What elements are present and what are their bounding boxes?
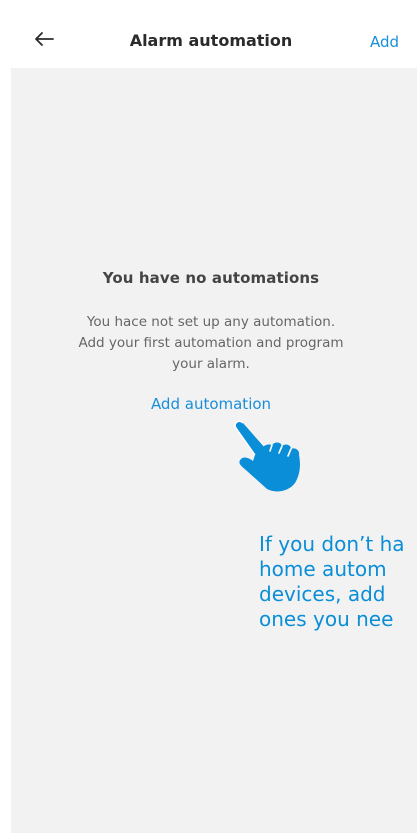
empty-state-description-line: Add your first automation and program	[78, 335, 344, 351]
arrow-left-icon	[35, 32, 54, 46]
empty-state-title: You have no automations	[102, 269, 320, 287]
annotation-hint-line: devices, add	[259, 582, 386, 606]
annotation-hint-line: ones you nee	[259, 607, 394, 631]
annotation-hint-line: home autom	[259, 557, 387, 581]
annotation-hint-line: If you don’t ha	[259, 532, 405, 556]
empty-state-description-line: You hace not set up any automation.	[86, 314, 336, 330]
add-automation-button[interactable]: Add automation	[11, 395, 411, 413]
app-screen: Alarm automation Add You have no automat…	[11, 10, 417, 833]
annotation-hint: If you don’t ha home autom devices, add …	[259, 532, 417, 632]
empty-state-description-line: your alarm.	[172, 356, 250, 372]
pointing-hand-icon	[234, 420, 300, 492]
add-button[interactable]: Add	[370, 10, 399, 68]
top-app-bar: Alarm automation Add	[11, 10, 417, 68]
empty-state-description: You hace not set up any automation. Add …	[51, 312, 371, 375]
back-button[interactable]	[29, 24, 59, 54]
page-title: Alarm automation	[129, 31, 293, 50]
